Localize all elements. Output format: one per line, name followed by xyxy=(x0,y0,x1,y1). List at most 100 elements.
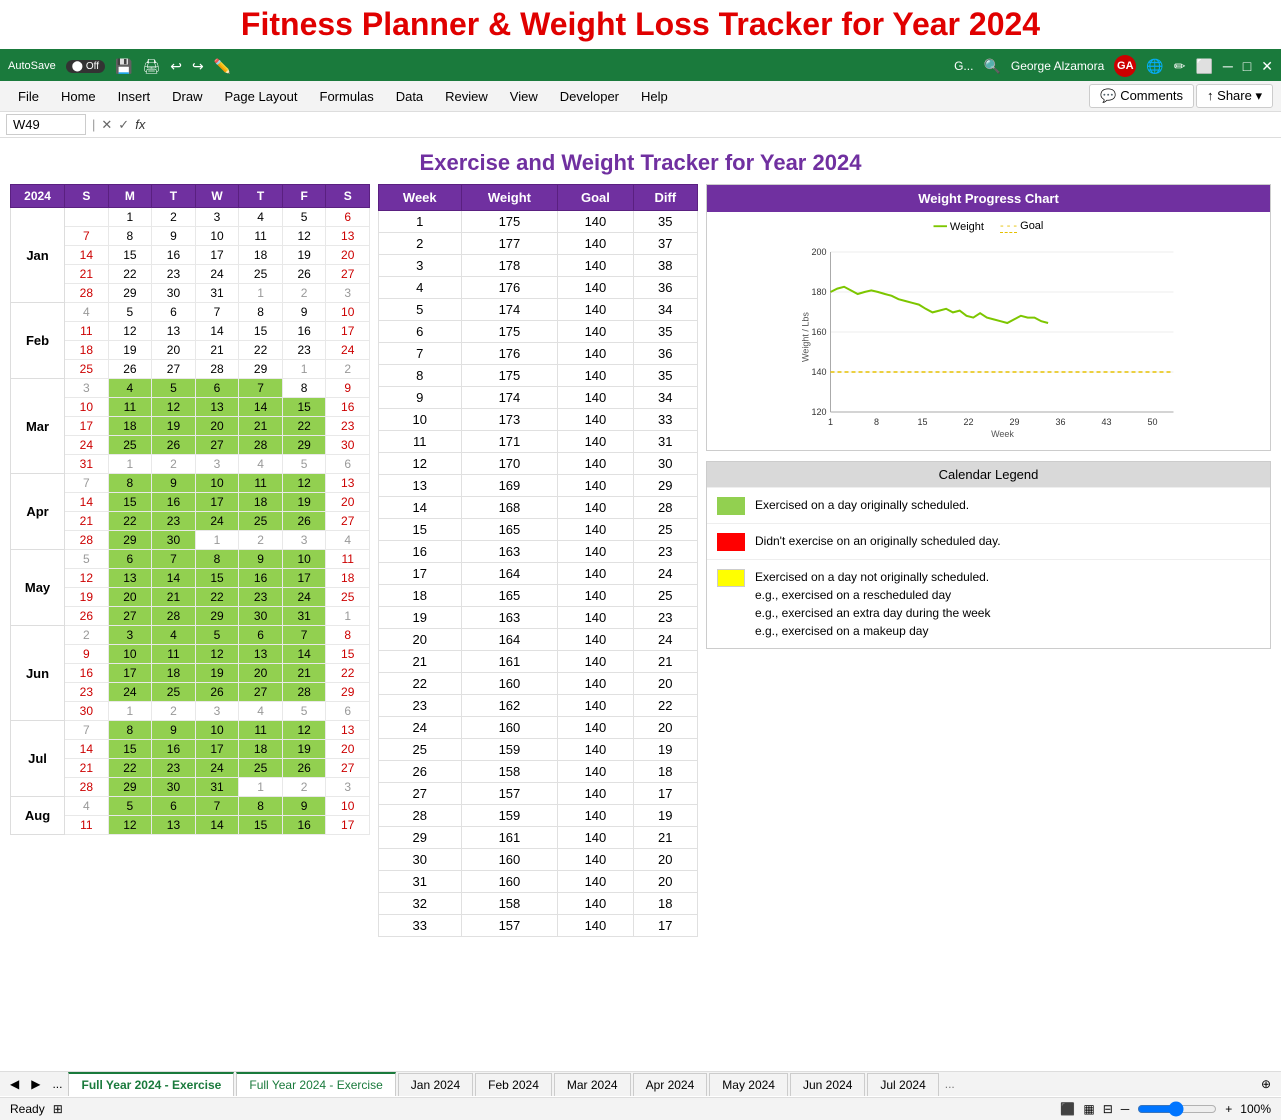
tab-feb[interactable]: Feb 2024 xyxy=(475,1073,552,1096)
comments-button[interactable]: 💬 Comments xyxy=(1089,84,1194,108)
menu-insert[interactable]: Insert xyxy=(108,86,161,107)
zoom-slider[interactable] xyxy=(1137,1101,1217,1117)
window-icon[interactable]: ⬜ xyxy=(1195,58,1212,75)
confirm-icon[interactable]: ✓ xyxy=(118,117,129,133)
cal-day: 31 xyxy=(195,284,239,303)
cancel-icon[interactable]: ✕ xyxy=(101,117,112,133)
table-cell: 20 xyxy=(379,629,462,651)
cal-day: 6 xyxy=(152,303,196,322)
table-cell: 34 xyxy=(633,299,697,321)
tab-full-year-2[interactable]: Full Year 2024 - Exercise xyxy=(236,1072,395,1096)
table-cell: 24 xyxy=(379,717,462,739)
tab-jan[interactable]: Jan 2024 xyxy=(398,1073,473,1096)
menu-view[interactable]: View xyxy=(500,86,548,107)
cal-day: 21 xyxy=(239,417,283,436)
cal-day: 8 xyxy=(239,303,283,322)
legend-text-yellow: Exercised on a day not originally schedu… xyxy=(755,568,990,640)
menu-file[interactable]: File xyxy=(8,86,49,107)
menu-draw[interactable]: Draw xyxy=(162,86,212,107)
table-cell: 23 xyxy=(633,541,697,563)
share-icon[interactable]: 🌐 xyxy=(1146,58,1163,75)
chart-section: Weight Progress Chart ━━ Weight - - - Go… xyxy=(706,184,1271,937)
cal-day: 22 xyxy=(108,265,152,284)
fx-icon[interactable]: fx xyxy=(135,117,145,132)
table-row: 23 24 25 26 27 28 29 xyxy=(11,683,370,702)
cal-day: 10 xyxy=(195,474,239,493)
formula-field[interactable] xyxy=(151,115,1275,134)
cal-day: 8 xyxy=(195,550,239,569)
redo-icon[interactable]: ↪ xyxy=(192,58,204,75)
day-header-t2: T xyxy=(239,185,283,208)
tab-ellipsis[interactable]: ... xyxy=(46,1073,68,1095)
table-cell: 140 xyxy=(558,497,633,519)
table-row: 2615814018 xyxy=(379,761,698,783)
tab-full-year-1[interactable]: Full Year 2024 - Exercise xyxy=(68,1072,234,1096)
view-page-icon[interactable]: ▦ xyxy=(1083,1102,1094,1116)
cal-day: 22 xyxy=(239,341,283,360)
col-diff: Diff xyxy=(633,185,697,211)
menu-help[interactable]: Help xyxy=(631,86,678,107)
col-week: Week xyxy=(379,185,462,211)
cal-day: 2 xyxy=(65,626,109,645)
print-icon[interactable]: 🖨 xyxy=(143,58,161,75)
month-mar: Mar xyxy=(11,379,65,474)
table-row: 1217014030 xyxy=(379,453,698,475)
table-row: 2316214022 xyxy=(379,695,698,717)
cal-day: 31 xyxy=(195,778,239,797)
cal-day: 26 xyxy=(282,759,326,778)
close-icon[interactable]: ✕ xyxy=(1261,58,1273,75)
menu-data[interactable]: Data xyxy=(386,86,433,107)
edit-icon[interactable]: ✏ xyxy=(1174,58,1186,75)
tab-jul[interactable]: Jul 2024 xyxy=(867,1073,938,1096)
cal-day: 30 xyxy=(152,284,196,303)
tab-prev[interactable]: ◀ xyxy=(4,1073,25,1095)
tab-next[interactable]: ▶ xyxy=(25,1073,46,1095)
table-cell: 32 xyxy=(379,893,462,915)
table-cell: 140 xyxy=(558,585,633,607)
zoom-in-icon[interactable]: + xyxy=(1225,1102,1232,1116)
maximize-icon[interactable]: □ xyxy=(1243,58,1251,74)
weekly-data-table: Week Weight Goal Diff 117514035217714037… xyxy=(378,184,698,937)
tab-may[interactable]: May 2024 xyxy=(709,1073,788,1096)
calendar-legend: Calendar Legend Exercised on a day origi… xyxy=(706,461,1271,649)
save-icon[interactable]: 💾 xyxy=(115,58,132,75)
touch-icon[interactable]: ✏️ xyxy=(214,58,231,75)
status-text: Ready xyxy=(10,1102,45,1116)
menu-page-layout[interactable]: Page Layout xyxy=(215,86,308,107)
cal-day: 7 xyxy=(282,626,326,645)
add-sheet-button[interactable]: ⊕ xyxy=(1255,1073,1277,1095)
search-icon[interactable]: 🔍 xyxy=(983,58,1000,75)
undo-icon[interactable]: ↩ xyxy=(170,58,182,75)
view-break-icon[interactable]: ⊟ xyxy=(1103,1102,1113,1116)
cal-day: 5 xyxy=(108,797,152,816)
table-row: 21 22 23 24 25 26 27 xyxy=(11,265,370,284)
table-cell: 11 xyxy=(379,431,462,453)
tab-jun[interactable]: Jun 2024 xyxy=(790,1073,865,1096)
cal-day: 1 xyxy=(195,531,239,550)
table-row: 1117114031 xyxy=(379,431,698,453)
cell-reference[interactable] xyxy=(6,114,86,135)
menu-review[interactable]: Review xyxy=(435,86,498,107)
menu-home[interactable]: Home xyxy=(51,86,106,107)
cal-day: 14 xyxy=(195,322,239,341)
menu-formulas[interactable]: Formulas xyxy=(310,86,384,107)
minimize-icon[interactable]: ─ xyxy=(1223,58,1233,74)
month-jul: Jul xyxy=(11,721,65,797)
view-normal-icon[interactable]: ⬛ xyxy=(1060,1102,1075,1116)
table-row: 3215814018 xyxy=(379,893,698,915)
menu-developer[interactable]: Developer xyxy=(550,86,629,107)
red-color-box xyxy=(717,533,745,551)
share-button[interactable]: ↑ Share ▾ xyxy=(1196,84,1273,108)
table-cell: 169 xyxy=(461,475,558,497)
autosave-toggle[interactable]: ⬤ Off xyxy=(66,60,105,73)
cal-day: 11 xyxy=(239,474,283,493)
zoom-out-icon[interactable]: ─ xyxy=(1121,1102,1130,1116)
legend-item-red: Didn't exercise on an originally schedul… xyxy=(707,523,1270,559)
tab-apr[interactable]: Apr 2024 xyxy=(633,1073,708,1096)
tab-mar[interactable]: Mar 2024 xyxy=(554,1073,631,1096)
table-cell: 140 xyxy=(558,365,633,387)
svg-text:29: 29 xyxy=(1009,417,1019,427)
cal-day: 6 xyxy=(239,626,283,645)
excel-toolbar: AutoSave ⬤ Off 💾 🖨 ↩ ↪ ✏️ G... 🔍 George … xyxy=(0,51,1281,81)
cal-day: 16 xyxy=(239,569,283,588)
